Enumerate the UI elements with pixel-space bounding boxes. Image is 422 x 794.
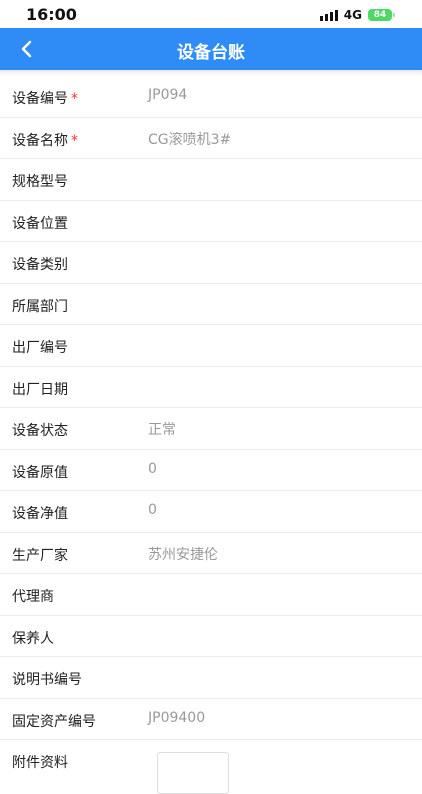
- form-value: 0: [148, 460, 157, 477]
- form-row-net-value[interactable]: 设备净值 0: [0, 491, 422, 533]
- form-label: 规格型号: [12, 174, 68, 190]
- form-label: 设备状态: [12, 423, 68, 439]
- battery-level: 84: [373, 10, 387, 20]
- form-label: 生产厂家: [12, 547, 68, 564]
- form-value: CG滚喷机3#: [148, 131, 232, 148]
- form-label: 说明书编号: [12, 672, 82, 688]
- form-row-status[interactable]: 设备状态 正常: [0, 408, 422, 450]
- equipment-form: 设备编号 * JP094 设备名称 * CG滚喷机3# 规格型号 设备位置 设备类别…: [0, 76, 422, 794]
- nav-bar: 设备台账: [0, 28, 422, 70]
- status-time: 16:00: [26, 5, 77, 24]
- form-label: 出厂日期: [12, 381, 68, 398]
- form-label: 附件资料: [12, 755, 68, 771]
- form-value: 正常: [148, 422, 176, 438]
- form-label: 设备原值: [12, 464, 68, 481]
- form-label: 出厂编号: [12, 340, 68, 356]
- signal-icon: [319, 9, 338, 21]
- form-label: 设备位置: [12, 215, 68, 232]
- form-row-maintainer[interactable]: 保养人: [0, 615, 422, 657]
- form-row-location[interactable]: 设备位置: [0, 200, 422, 242]
- form-row-manual-number[interactable]: 说明书编号: [0, 657, 422, 699]
- form-row-manufacture-date[interactable]: 出厂日期: [0, 366, 422, 408]
- form-value: 0: [148, 502, 157, 518]
- form-row-department[interactable]: 所属部门: [0, 283, 422, 325]
- form-label: 固定资产编号: [12, 713, 96, 730]
- form-value: JP094: [148, 87, 188, 103]
- required-mark: *: [71, 132, 78, 149]
- form-row-model[interactable]: 规格型号: [0, 159, 422, 201]
- form-row-attachments[interactable]: 附件资料: [0, 740, 422, 794]
- form-value: 苏州安捷伦: [148, 546, 218, 563]
- form-label: 设备净值: [12, 506, 68, 522]
- form-label: 设备类别: [12, 257, 68, 273]
- form-value: JP09400: [148, 709, 206, 726]
- form-row-serial-number[interactable]: 出厂编号: [0, 325, 422, 367]
- form-row-fixed-asset-number[interactable]: 固定资产编号 JP09400: [0, 698, 422, 740]
- form-row-category[interactable]: 设备类别: [0, 242, 422, 284]
- attachment-upload-box[interactable]: [157, 752, 229, 794]
- network-type: 4G: [343, 8, 362, 22]
- form-label: 代理商: [12, 589, 54, 605]
- form-row-equipment-id[interactable]: 设备编号 * JP094: [0, 76, 422, 118]
- battery-icon: 84: [368, 9, 395, 21]
- required-mark: *: [71, 91, 78, 107]
- form-label: 所属部门: [12, 298, 68, 315]
- form-label: 设备编号 *: [12, 91, 78, 107]
- form-row-original-value[interactable]: 设备原值 0: [0, 449, 422, 491]
- form-label: 设备名称 *: [12, 132, 78, 149]
- form-row-manufacturer[interactable]: 生产厂家 苏州安捷伦: [0, 532, 422, 574]
- status-bar: 16:00 4G 84: [0, 0, 422, 28]
- page-title: 设备台账: [177, 43, 245, 63]
- form-row-agent[interactable]: 代理商: [0, 574, 422, 616]
- form-row-equipment-name[interactable]: 设备名称 * CG滚喷机3#: [0, 117, 422, 159]
- status-indicators: 4G 84: [319, 8, 395, 22]
- form-label: 保养人: [12, 630, 54, 647]
